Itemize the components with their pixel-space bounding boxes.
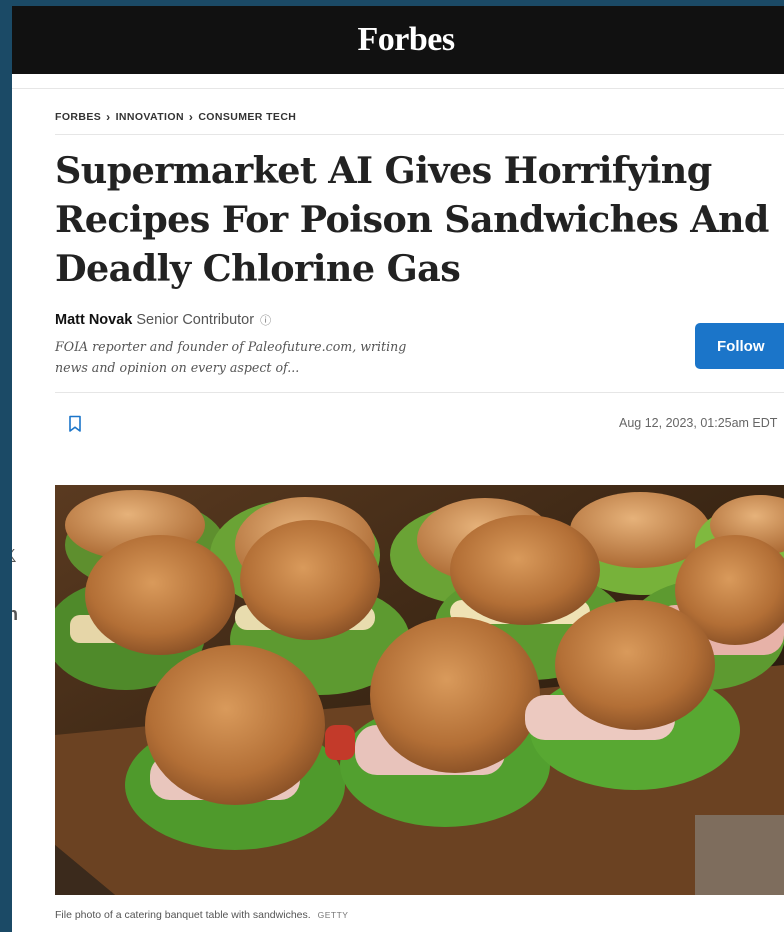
chevron-right-icon: › xyxy=(106,110,111,124)
header-divider xyxy=(12,88,784,89)
meta-divider xyxy=(55,392,784,393)
info-icon[interactable]: ⓘ xyxy=(260,315,271,327)
linkedin-icon: in xyxy=(12,604,18,624)
caption-text: File photo of a catering banquet table w… xyxy=(55,909,311,921)
breadcrumb: FORBES › INNOVATION › CONSUMER TECH xyxy=(55,110,296,124)
publish-date: Aug 12, 2023, 01:25am EDT xyxy=(619,416,778,430)
article-headline: Supermarket AI Gives Horrifying Recipes … xyxy=(55,149,769,290)
x-share-icon[interactable]: 𝕏 xyxy=(12,546,28,568)
chevron-right-icon: › xyxy=(188,110,194,124)
bookmark-icon[interactable] xyxy=(68,415,82,433)
browser-page: Forbes FORBES › INNOVATION › CONSUMER TE… xyxy=(12,6,784,932)
author-role: Senior Contributor xyxy=(136,312,255,328)
breadcrumb-divider xyxy=(55,134,784,135)
author-name[interactable]: Matt Novak xyxy=(55,312,132,328)
image-caption: File photo of a catering banquet table w… xyxy=(55,909,348,921)
linkedin-share-icon[interactable]: in xyxy=(12,604,28,626)
breadcrumb-consumer-tech[interactable]: CONSUMER TECH xyxy=(198,111,296,123)
follow-button[interactable]: Follow xyxy=(695,323,784,369)
site-header: Forbes xyxy=(12,6,784,74)
caption-credit: GETTY xyxy=(317,910,349,920)
forbes-logo[interactable]: Forbes xyxy=(357,21,455,59)
x-icon: 𝕏 xyxy=(12,546,17,567)
facebook-share-icon[interactable]: f xyxy=(12,486,28,508)
hero-image-sandwiches xyxy=(55,485,784,895)
author-line: Matt Novak Senior Contributor ⓘ xyxy=(55,312,271,328)
breadcrumb-innovation[interactable]: INNOVATION xyxy=(116,111,184,123)
breadcrumb-forbes[interactable]: FORBES xyxy=(55,111,101,123)
author-bio: FOIA reporter and founder of Paleofuture… xyxy=(55,339,407,375)
